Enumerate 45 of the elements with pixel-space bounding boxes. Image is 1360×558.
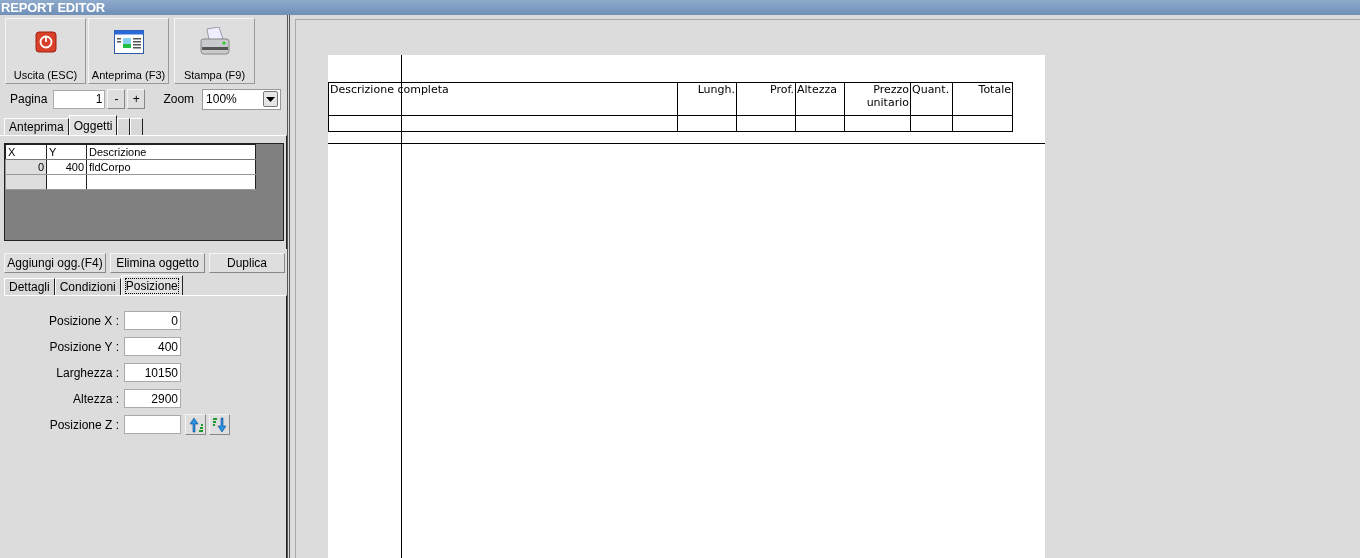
- field-label: Posizione Y :: [48, 339, 119, 354]
- window-icon: [113, 27, 144, 57]
- move-up-icon[interactable]: [185, 414, 206, 435]
- input-field[interactable]: 10150: [124, 363, 181, 382]
- page-field[interactable]: 1: [53, 89, 106, 109]
- move-down-icon[interactable]: [209, 414, 230, 435]
- field-label: Altezza :: [71, 391, 119, 406]
- window-title: REPORT EDITOR: [0, 0, 106, 15]
- page-label: Pagina: [10, 92, 48, 106]
- previous-page-button[interactable]: -: [107, 89, 126, 109]
- action-button[interactable]: Elimina oggetto: [110, 253, 205, 273]
- input-field[interactable]: [124, 415, 181, 434]
- zoom-dropdown[interactable]: 100%: [202, 88, 282, 110]
- printer-icon: [198, 27, 231, 57]
- tab[interactable]: Anteprima: [4, 118, 69, 135]
- action-button[interactable]: Aggiungi ogg.(F4): [4, 253, 106, 273]
- toolbar-button[interactable]: Stampa (F9): [174, 18, 255, 84]
- column-header: Altezza: [795, 82, 845, 116]
- action-button[interactable]: Duplica: [209, 253, 285, 273]
- next-page-button[interactable]: +: [127, 89, 146, 109]
- tab[interactable]: [117, 118, 131, 135]
- tab[interactable]: Condizioni: [54, 278, 121, 295]
- column-header: Descrizione: [86, 144, 256, 160]
- input-field[interactable]: 2900: [124, 389, 181, 408]
- column-header: Totale: [952, 82, 1013, 116]
- tab[interactable]: Posizione: [120, 275, 183, 295]
- input-field[interactable]: 0: [124, 311, 181, 330]
- column-header: Prezzo unitario: [844, 82, 911, 116]
- toolbar-button[interactable]: Uscita (ESC): [5, 18, 86, 84]
- field-label: Posizione X :: [47, 313, 119, 328]
- column-header: Quant.: [910, 82, 953, 116]
- column-header: Y: [46, 144, 87, 160]
- tab[interactable]: [130, 118, 144, 135]
- tab[interactable]: Dettagli: [4, 278, 55, 295]
- field-label: Larghezza :: [55, 365, 119, 380]
- toolbar-button[interactable]: Anteprima (F3): [88, 18, 169, 84]
- field-label: Posizione Z :: [48, 417, 119, 432]
- input-field[interactable]: 400: [124, 337, 181, 356]
- zoom-label: Zoom: [163, 92, 195, 106]
- tab[interactable]: Oggetti: [68, 115, 118, 135]
- column-header: Lungh.: [677, 82, 737, 116]
- column-header: Prof.: [736, 82, 796, 116]
- table-cell: fldCorpo: [86, 159, 256, 175]
- table-cell: 400: [46, 159, 87, 175]
- column-header: X: [5, 144, 47, 160]
